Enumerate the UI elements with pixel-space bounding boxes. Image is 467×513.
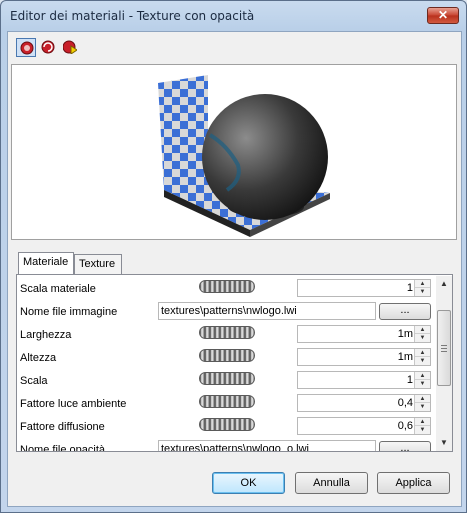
close-icon: ✕	[437, 8, 449, 22]
spin-up-icon: ▲	[415, 372, 430, 380]
spin-down-icon: ▼	[419, 404, 426, 410]
refresh-material-button[interactable]	[38, 38, 58, 57]
preview-sphere	[202, 94, 328, 220]
scala-field[interactable]: 1 ▲ ▼	[297, 371, 431, 389]
properties-scrollbar[interactable]: ▲ ▼	[436, 276, 452, 451]
image-file-field[interactable]: textures\patterns\nwlogo.lwi	[158, 302, 376, 320]
apply-button[interactable]: Applica	[377, 472, 450, 494]
spin-up-icon: ▲	[415, 280, 430, 288]
larghezza-field[interactable]: 1m ▲ ▼	[297, 325, 431, 343]
title-bar[interactable]: Editor dei materiali - Texture con opaci…	[1, 1, 467, 31]
spinner[interactable]: ▲ ▼	[414, 372, 430, 388]
material-preview	[11, 64, 457, 240]
apply-material-button[interactable]	[60, 38, 80, 57]
spinner[interactable]: ▲ ▼	[414, 326, 430, 342]
checker-back-wall	[158, 75, 208, 197]
properties-panel: Scala materiale 1 ▲ ▼ Nome file immagine …	[16, 274, 453, 452]
close-button[interactable]: ✕	[427, 7, 459, 24]
spin-down-icon: ▼	[419, 335, 426, 341]
spinner[interactable]: ▲ ▼	[414, 395, 430, 411]
property-label: Altezza	[20, 352, 57, 364]
property-label: Nome file opacità	[20, 444, 105, 452]
property-row: Nome file immagine textures\patterns\nwl…	[17, 301, 437, 324]
spinner[interactable]: ▲ ▼	[414, 280, 430, 296]
spin-up-icon: ▲	[415, 418, 430, 426]
spinner[interactable]: ▲ ▼	[414, 349, 430, 365]
dialog-client: Materiale Texture Scala materiale 1 ▲ ▼ N…	[7, 31, 462, 507]
spin-up-icon: ▲	[415, 395, 430, 403]
value-slider-knob[interactable]	[199, 326, 255, 339]
property-label: Nome file immagine	[20, 306, 118, 318]
scala-materiale-field[interactable]: 1 ▲ ▼	[297, 279, 431, 297]
property-row: Fattore diffusione 0,6 ▲ ▼	[17, 416, 437, 439]
property-label: Scala	[20, 375, 48, 387]
property-label: Fattore luce ambiente	[20, 398, 127, 410]
window-title: Editor dei materiali - Texture con opaci…	[10, 9, 255, 23]
ok-button[interactable]: OK	[212, 472, 285, 494]
spin-down-icon: ▼	[419, 289, 426, 295]
property-label: Fattore diffusione	[20, 421, 105, 433]
spin-down-icon: ▼	[419, 381, 426, 387]
cancel-button[interactable]: Annulla	[295, 472, 368, 494]
spin-down-icon: ▼	[419, 358, 426, 364]
property-row: Altezza 1m ▲ ▼	[17, 347, 437, 370]
apply-material-icon	[63, 40, 77, 54]
material-sphere-button[interactable]	[16, 38, 36, 57]
tab-materiale[interactable]: Materiale	[18, 252, 74, 274]
opacity-file-field[interactable]: textures\patterns\nwlogo_o.lwi	[158, 440, 376, 451]
diffusione-field[interactable]: 0,6 ▲ ▼	[297, 417, 431, 435]
scroll-up-icon[interactable]: ▲	[436, 276, 452, 292]
tab-texture[interactable]: Texture	[74, 254, 122, 274]
property-label: Scala materiale	[20, 283, 96, 295]
property-row: Fattore luce ambiente 0,4 ▲ ▼	[17, 393, 437, 416]
value-slider-knob[interactable]	[199, 418, 255, 431]
value-slider-knob[interactable]	[199, 395, 255, 408]
altezza-field[interactable]: 1m ▲ ▼	[297, 348, 431, 366]
value-slider-knob[interactable]	[199, 349, 255, 362]
spin-up-icon: ▲	[415, 326, 430, 334]
refresh-material-icon	[41, 40, 55, 54]
property-row: Scala materiale 1 ▲ ▼	[17, 278, 437, 301]
property-label: Larghezza	[20, 329, 72, 341]
browse-image-button[interactable]: ...	[379, 303, 431, 320]
scroll-thumb[interactable]	[437, 310, 451, 386]
material-sphere-icon	[20, 41, 34, 55]
property-row: Scala 1 ▲ ▼	[17, 370, 437, 393]
spin-down-icon: ▼	[419, 427, 426, 433]
preview-render	[158, 75, 330, 237]
scroll-down-icon[interactable]: ▼	[436, 435, 452, 451]
property-row: Larghezza 1m ▲ ▼	[17, 324, 437, 347]
spin-up-icon: ▲	[415, 349, 430, 357]
value-slider-knob[interactable]	[199, 280, 255, 293]
property-row: Nome file opacità textures\patterns\nwlo…	[17, 439, 437, 452]
luce-ambiente-field[interactable]: 0,4 ▲ ▼	[297, 394, 431, 412]
material-editor-window: Editor dei materiali - Texture con opaci…	[0, 0, 467, 513]
browse-opacity-button[interactable]: ...	[379, 441, 431, 451]
value-slider-knob[interactable]	[199, 372, 255, 385]
spinner[interactable]: ▲ ▼	[414, 418, 430, 434]
